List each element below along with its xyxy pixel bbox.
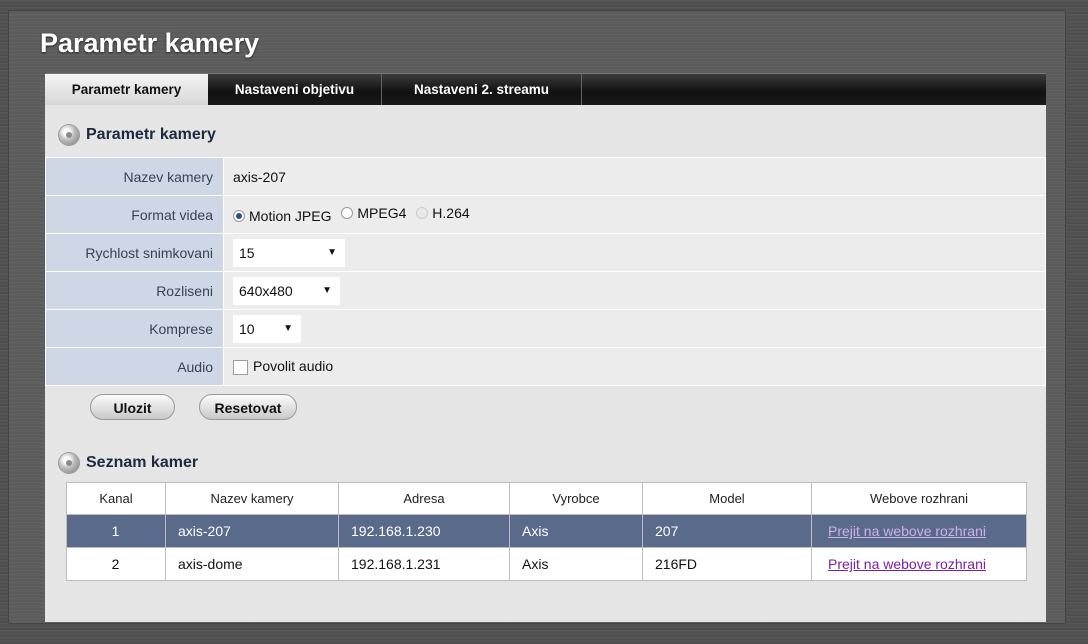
address-cell: 192.168.1.231	[338, 547, 510, 581]
web-interface-link[interactable]: Prejit na webove rozhrani	[828, 523, 986, 539]
resolution-select[interactable]: 640x480 ▼	[233, 276, 340, 305]
radio-button[interactable]	[341, 207, 354, 219]
table-header-row: Kanal Nazev kamery Adresa Vyrobce Model …	[66, 482, 1027, 515]
tab-bar: Parametr kamery Nastaveni objetivu Nasta…	[45, 73, 1046, 107]
column-header: Kanal	[66, 482, 166, 515]
channel-cell: 2	[66, 547, 166, 581]
audio-checkbox-label[interactable]: Povolit audio	[253, 358, 333, 374]
camera-name-cell: axis-207	[165, 514, 339, 548]
reset-button[interactable]: Resetovat	[199, 394, 297, 420]
radio-button[interactable]	[416, 207, 429, 219]
vendor-cell: Axis	[509, 514, 643, 548]
save-button[interactable]: Ulozit	[90, 394, 175, 420]
radio-h264[interactable]: H.264	[416, 205, 470, 221]
compression-select[interactable]: 10 ▼	[233, 314, 301, 343]
resolution-label: Rozliseni	[45, 271, 224, 310]
column-header: Model	[642, 482, 812, 515]
table-row[interactable]: 2 axis-dome 192.168.1.231 Axis 216FD Pre…	[66, 547, 1027, 581]
address-cell: 192.168.1.230	[338, 514, 510, 548]
audio-checkbox[interactable]	[233, 359, 248, 375]
camera-params-form: Nazev kamery axis-207 Format videa Motio…	[45, 157, 1046, 386]
chevron-down-icon: ▼	[327, 247, 337, 258]
section-camera-list: Seznam kamer	[59, 453, 198, 473]
fps-label: Rychlost snimkovani	[45, 233, 224, 272]
section-camera-params: Parametr kamery	[59, 125, 216, 145]
gear-icon	[59, 453, 79, 473]
section-title: Seznam kamer	[86, 454, 199, 471]
camera-name-cell: axis-dome	[165, 547, 339, 581]
column-header: Vyrobce	[509, 482, 643, 515]
model-cell: 216FD	[642, 547, 812, 581]
model-cell: 207	[642, 514, 812, 548]
column-header: Adresa	[338, 482, 510, 515]
radio-mpeg4[interactable]: MPEG4	[341, 205, 406, 221]
compression-label: Komprese	[45, 309, 224, 348]
radio-button[interactable]	[233, 210, 245, 222]
main-panel: Parametr kamery Nazev kamery axis-207 Fo…	[45, 105, 1046, 622]
tab-nastaveni-2-streamu[interactable]: Nastaveni 2. streamu	[382, 74, 582, 106]
name-label: Nazev kamery	[45, 157, 224, 196]
section-title: Parametr kamery	[86, 126, 216, 143]
audio-label: Audio	[45, 347, 224, 386]
channel-cell: 1	[66, 514, 166, 548]
page-title: Parametr kamery	[40, 28, 260, 58]
tab-nastaveni-objetivu[interactable]: Nastaveni objetivu	[208, 74, 382, 106]
column-header: Webove rozhrani	[811, 482, 1027, 515]
vendor-cell: Axis	[509, 547, 643, 581]
radio-motion-jpeg[interactable]: Motion JPEG	[233, 208, 331, 224]
video-format-options: Motion JPEG MPEG4 H.264	[223, 195, 1046, 234]
format-label: Format videa	[45, 195, 224, 234]
column-header: Nazev kamery	[165, 482, 339, 515]
camera-list-table: Kanal Nazev kamery Adresa Vyrobce Model …	[66, 482, 1027, 581]
gear-icon	[59, 125, 79, 145]
chevron-down-icon: ▼	[322, 285, 332, 296]
web-interface-link[interactable]: Prejit na webove rozhrani	[828, 556, 986, 572]
camera-name-value: axis-207	[223, 157, 1046, 196]
chevron-down-icon: ▼	[283, 323, 293, 334]
fps-select[interactable]: 15 ▼	[233, 238, 345, 267]
table-row[interactable]: 1 axis-207 192.168.1.230 Axis 207 Prejit…	[66, 514, 1027, 548]
tab-parametr-kamery[interactable]: Parametr kamery	[45, 74, 208, 107]
